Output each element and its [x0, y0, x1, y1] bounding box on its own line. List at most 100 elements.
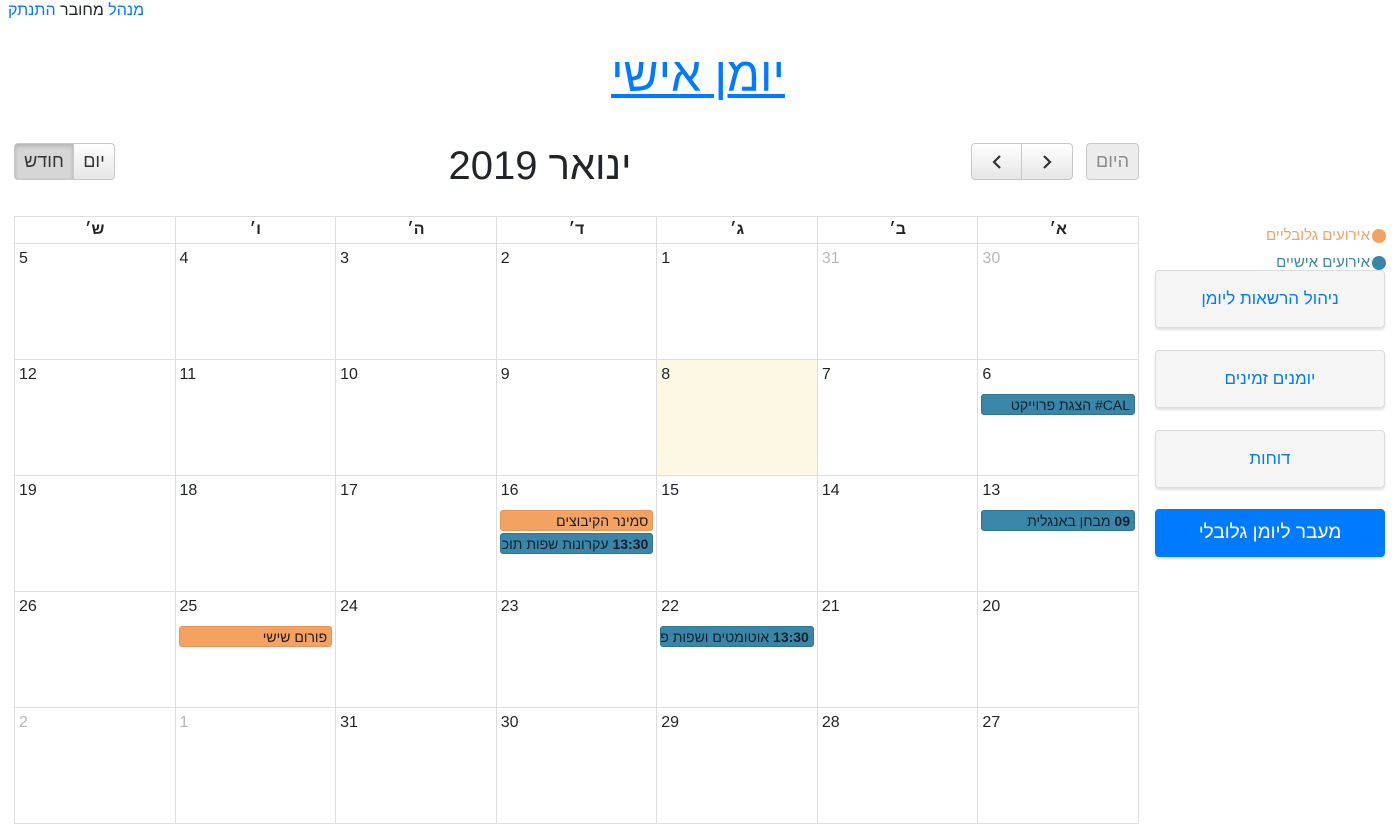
day-cell[interactable]: 27 — [977, 708, 1138, 824]
day-cell[interactable]: 25 פורום שישי — [174, 592, 336, 708]
day-cell[interactable]: 10 — [335, 360, 496, 476]
day-cell[interactable]: 18 — [174, 476, 336, 592]
day-cell[interactable]: 11 — [174, 360, 336, 476]
day-cell[interactable]: 24 — [335, 592, 496, 708]
available-calendars-button[interactable]: יומנים זמינים — [1155, 350, 1385, 408]
admin-link[interactable]: מנהל — [108, 2, 144, 19]
day-number: 2 — [500, 250, 510, 267]
chevron-right-icon — [1043, 154, 1052, 169]
calendar-event[interactable]: סמינר הקיבוצים — [499, 510, 654, 531]
today-button[interactable]: היום — [1086, 143, 1139, 180]
calendar-event[interactable]: 13:30 עקרונות שפות תוכנה — [499, 533, 654, 554]
day-number: 8 — [661, 366, 671, 383]
day-number: 1 — [661, 250, 671, 267]
weekday-label: ה׳ — [335, 217, 496, 244]
day-number: 7 — [821, 366, 831, 383]
day-number: 25 — [179, 598, 198, 615]
day-cell[interactable]: 12 — [13, 360, 175, 476]
weekday-label: ש׳ — [13, 217, 175, 244]
event-time: 13:30 — [612, 536, 649, 552]
reports-button[interactable]: דוחות — [1155, 430, 1385, 488]
day-cell[interactable]: 14 — [816, 476, 978, 592]
day-cell[interactable]: 31 — [335, 708, 496, 824]
day-cell[interactable]: 16 סמינר הקיבוצים 13:30 עקרונות שפות תוכ… — [495, 476, 657, 592]
day-cell[interactable]: 9 — [495, 360, 657, 476]
connected-label: מחובר — [60, 2, 104, 19]
day-cell[interactable]: 28 — [816, 708, 978, 824]
day-cell[interactable]: 15 — [656, 476, 817, 592]
day-cell[interactable]: 30 — [495, 708, 657, 824]
week-row: 27 28 29 30 31 1 2 — [13, 708, 1138, 824]
day-cell[interactable]: 19 — [13, 476, 175, 592]
event-time: 13:30 — [773, 629, 809, 645]
day-cell[interactable]: 31 — [816, 244, 978, 360]
day-cell[interactable]: 3 — [335, 244, 496, 360]
event-legend: אירועים גלובליים אירועים אישיים — [1266, 222, 1386, 276]
day-cell[interactable]: 13 09 מבחן באנגלית — [977, 476, 1138, 592]
view-month-button[interactable]: חודש — [14, 143, 74, 180]
day-cell[interactable]: 17 — [335, 476, 496, 592]
day-number: 3 — [340, 250, 350, 267]
day-cell[interactable]: 4 — [174, 244, 336, 360]
day-number: 28 — [821, 714, 840, 731]
manage-permissions-button[interactable]: ניהול הרשאות ליומן — [1155, 270, 1385, 328]
day-number: 9 — [500, 366, 510, 383]
day-number: 15 — [661, 482, 680, 499]
day-number: 6 — [982, 366, 992, 383]
weekday-label: ד׳ — [495, 217, 657, 244]
day-cell-today[interactable]: 8 — [656, 360, 817, 476]
event-title: סמינר הקיבוצים — [556, 513, 649, 529]
day-number: 20 — [982, 598, 1001, 615]
day-number: 24 — [340, 598, 358, 615]
month-calendar: א׳ ב׳ ג׳ ד׳ ה׳ ו׳ ש׳ 30 31 1 2 3 4 5 6 C… — [13, 216, 1139, 824]
weekday-label: ג׳ — [656, 217, 817, 244]
day-cell[interactable]: 2 — [13, 708, 175, 824]
day-cell[interactable]: 29 — [656, 708, 817, 824]
day-cell[interactable]: 7 — [816, 360, 978, 476]
day-cell[interactable]: 1 — [174, 708, 336, 824]
day-cell[interactable]: 6 CAL# הצגת פרוייקט — [977, 360, 1138, 476]
view-day-button[interactable]: יום — [73, 143, 115, 180]
day-number: 17 — [340, 482, 358, 499]
weekday-label: ו׳ — [174, 217, 336, 244]
day-cell[interactable]: 1 — [656, 244, 817, 360]
week-row: 13 09 מבחן באנגלית 14 15 16 סמינר הקיבוצ… — [13, 476, 1138, 592]
day-number: 12 — [18, 366, 37, 383]
switch-global-calendar-button[interactable]: מעבר ליומן גלובלי — [1155, 509, 1385, 557]
day-number: 31 — [821, 250, 840, 267]
calendar-event[interactable]: 13:30 אוטומטים ושפות פורמליות — [660, 626, 814, 647]
page-title-link[interactable]: יומן אישי — [611, 49, 785, 102]
next-month-button[interactable] — [1021, 143, 1073, 180]
legend-item-global: אירועים גלובליים — [1266, 222, 1386, 249]
day-number: 5 — [18, 250, 28, 267]
calendar-event[interactable]: 09 מבחן באנגלית — [981, 510, 1135, 531]
day-number: 18 — [179, 482, 198, 499]
event-title: עקרונות שפות תוכנה — [501, 536, 609, 552]
day-number: 30 — [982, 250, 1001, 267]
day-cell[interactable]: 20 — [977, 592, 1138, 708]
day-number: 10 — [340, 366, 358, 383]
day-number: 13 — [982, 482, 1001, 499]
event-time: 09 — [1114, 513, 1130, 529]
global-dot-icon — [1372, 228, 1386, 243]
prev-month-button[interactable] — [971, 143, 1022, 180]
day-cell[interactable]: 26 — [13, 592, 175, 708]
day-cell[interactable]: 22 13:30 אוטומטים ושפות פורמליות — [656, 592, 817, 708]
week-row: 30 31 1 2 3 4 5 — [13, 244, 1138, 360]
legend-global-label: אירועים גלובליים — [1265, 227, 1370, 244]
day-cell[interactable]: 2 — [495, 244, 657, 360]
day-cell[interactable]: 5 — [13, 244, 175, 360]
day-number: 31 — [340, 714, 358, 731]
day-number: 16 — [500, 482, 519, 499]
calendar-event[interactable]: CAL# הצגת פרוייקט — [981, 394, 1135, 415]
logout-link[interactable]: התנתק — [8, 2, 56, 19]
day-number: 22 — [661, 598, 680, 615]
day-cell[interactable]: 30 — [977, 244, 1138, 360]
day-cell[interactable]: 21 — [816, 592, 978, 708]
weekday-label: א׳ — [977, 217, 1138, 244]
page-title: יומן אישי — [0, 48, 1396, 104]
event-title: פורום שישי — [262, 629, 328, 645]
calendar-event[interactable]: פורום שישי — [178, 626, 333, 647]
day-cell[interactable]: 23 — [495, 592, 657, 708]
day-number: 30 — [500, 714, 519, 731]
